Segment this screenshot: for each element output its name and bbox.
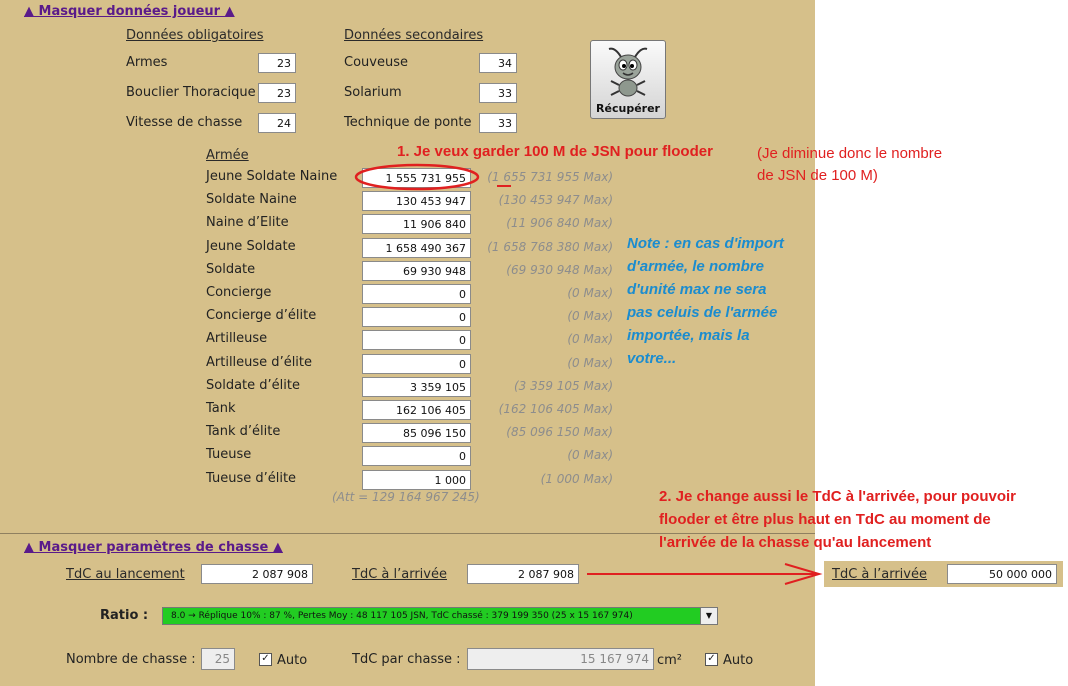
- army-unit-label: Tank: [206, 401, 236, 416]
- hunt-count-label: Nombre de chasse :: [66, 652, 196, 667]
- army-unit-input[interactable]: [362, 470, 471, 490]
- army-unit-input[interactable]: [362, 423, 471, 443]
- army-unit-label: Soldate Naine: [206, 192, 297, 207]
- armes-label: Armes: [126, 55, 168, 70]
- army-unit-label: Tank d’élite: [206, 424, 281, 439]
- auto-checkbox-1[interactable]: ✓: [259, 653, 272, 666]
- army-unit-input[interactable]: [362, 307, 471, 327]
- army-unit-label: Soldate d’élite: [206, 378, 300, 393]
- tdc-launch-input[interactable]: [201, 564, 313, 584]
- army-unit-max: (69 930 948 Max): [506, 263, 613, 277]
- auto-label-1: Auto: [277, 653, 308, 668]
- unit-label: cm²: [657, 653, 683, 668]
- toggle-hunt-params[interactable]: ▲ Masquer paramètres de chasse ▲: [24, 540, 283, 555]
- annotation-2: 2. Je change aussi le TdC à l'arrivée, p…: [659, 485, 1016, 554]
- note-line: Note : en cas d'import: [627, 235, 784, 252]
- ratio-select[interactable]: 8.0 → Réplique 10% : 87 %, Pertes Moy : …: [162, 607, 718, 625]
- ponte-label: Technique de ponte: [344, 115, 472, 130]
- couveuse-label: Couveuse: [344, 55, 408, 70]
- ponte-input[interactable]: [479, 113, 517, 133]
- tdc-launch-label: TdC au lancement: [66, 567, 185, 582]
- army-unit-input[interactable]: [362, 191, 471, 211]
- army-unit-label: Tueuse d’élite: [206, 471, 297, 486]
- army-unit-label: Jeune Soldate Naine: [206, 169, 338, 184]
- section-divider: [0, 533, 815, 534]
- army-unit-input[interactable]: [362, 214, 471, 234]
- highlight-underline: [497, 185, 511, 187]
- army-unit-max: (0 Max): [567, 356, 613, 370]
- army-unit-max: (162 106 405 Max): [498, 402, 613, 416]
- annotation-2-line: 2. Je change aussi le TdC à l'arrivée, p…: [659, 488, 1017, 505]
- army-heading: Armée: [206, 148, 249, 163]
- tdc-arrival-new-input[interactable]: [947, 564, 1057, 584]
- army-unit-max: (1 000 Max): [540, 472, 613, 486]
- mandatory-heading: Données obligatoires: [126, 28, 264, 43]
- hunt-count-input[interactable]: [201, 648, 235, 670]
- army-unit-input[interactable]: [362, 238, 471, 258]
- army-unit-input[interactable]: [362, 446, 471, 466]
- army-unit-max: (0 Max): [567, 286, 613, 300]
- recover-button[interactable]: Récupérer: [590, 40, 666, 119]
- army-unit-input[interactable]: [362, 377, 471, 397]
- army-unit-label: Naine d’Elite: [206, 215, 289, 230]
- army-unit-max: (3 359 105 Max): [513, 379, 613, 393]
- army-unit-input[interactable]: [362, 261, 471, 281]
- note-line: d'armée, le nombre: [627, 258, 764, 275]
- annotation-2-line: l'arrivée de la chasse qu'au lancement: [659, 534, 932, 551]
- army-unit-max: (0 Max): [567, 448, 613, 462]
- army-unit-input[interactable]: [362, 354, 471, 374]
- note-line: d'unité max ne sera: [627, 281, 767, 298]
- army-unit-label: Concierge d’élite: [206, 308, 317, 323]
- ant-icon: [608, 47, 648, 97]
- annotation-2-line: flooder et être plus haut en TdC au mome…: [659, 511, 991, 528]
- tdc-arrival-label: TdC à l’arrivée: [352, 567, 447, 582]
- army-unit-max: (1 658 768 380 Max): [487, 240, 613, 254]
- note-line: pas celuis de l'armée: [627, 304, 778, 321]
- army-unit-label: Concierge: [206, 285, 272, 300]
- recover-button-label: Récupérer: [596, 102, 660, 115]
- army-unit-max: (11 906 840 Max): [506, 216, 613, 230]
- army-unit-max: (0 Max): [567, 309, 613, 323]
- army-unit-label: Artilleuse: [206, 331, 268, 346]
- army-unit-max: (130 453 947 Max): [498, 193, 613, 207]
- vitesse-input[interactable]: [258, 113, 296, 133]
- att-total: (Att = 129 164 967 245): [332, 490, 480, 504]
- bouclier-label: Bouclier Thoracique: [126, 85, 256, 100]
- tdc-per-hunt-input[interactable]: [467, 648, 654, 670]
- annotation-1: 1. Je veux garder 100 M de JSN pour floo…: [397, 143, 713, 160]
- tdc-arrival-new-label: TdC à l’arrivée: [832, 567, 927, 582]
- army-unit-input[interactable]: [362, 400, 471, 420]
- note-line: importée, mais la: [627, 327, 750, 344]
- army-unit-max: (85 096 150 Max): [506, 425, 613, 439]
- secondary-heading: Données secondaires: [344, 28, 484, 43]
- solarium-input[interactable]: [479, 83, 517, 103]
- annotation-1-side-line1: (Je diminue donc le nombre: [757, 145, 943, 162]
- note-line: votre...: [627, 350, 677, 367]
- auto-label-2: Auto: [723, 653, 754, 668]
- ratio-label: Ratio :: [100, 608, 149, 623]
- import-note: Note : en cas d'import d'armée, le nombr…: [627, 232, 784, 370]
- chevron-down-icon[interactable]: ▼: [700, 608, 717, 624]
- couveuse-input[interactable]: [479, 53, 517, 73]
- bouclier-input[interactable]: [258, 83, 296, 103]
- army-unit-input[interactable]: [362, 330, 471, 350]
- army-unit-label: Soldate: [206, 262, 256, 277]
- toggle-player-data[interactable]: ▲ Masquer données joueur ▲: [24, 4, 235, 19]
- army-unit-label: Jeune Soldate: [206, 239, 296, 254]
- army-unit-max: (1 655 731 955 Max): [487, 170, 613, 184]
- ratio-value: 8.0 → Réplique 10% : 87 %, Pertes Moy : …: [171, 611, 633, 621]
- army-unit-input[interactable]: [362, 284, 471, 304]
- arrow-icon: [587, 563, 823, 585]
- army-unit-label: Tueuse: [206, 447, 252, 462]
- solarium-label: Solarium: [344, 85, 402, 100]
- annotation-1-side-line2: de JSN de 100 M): [757, 167, 878, 184]
- army-unit-label: Artilleuse d’élite: [206, 355, 313, 370]
- army-unit-max: (0 Max): [567, 332, 613, 346]
- vitesse-label: Vitesse de chasse: [126, 115, 243, 130]
- auto-checkbox-2[interactable]: ✓: [705, 653, 718, 666]
- tdc-per-hunt-label: TdC par chasse :: [352, 652, 461, 667]
- highlight-ellipse: [354, 163, 480, 191]
- tdc-arrival-input[interactable]: [467, 564, 579, 584]
- armes-input[interactable]: [258, 53, 296, 73]
